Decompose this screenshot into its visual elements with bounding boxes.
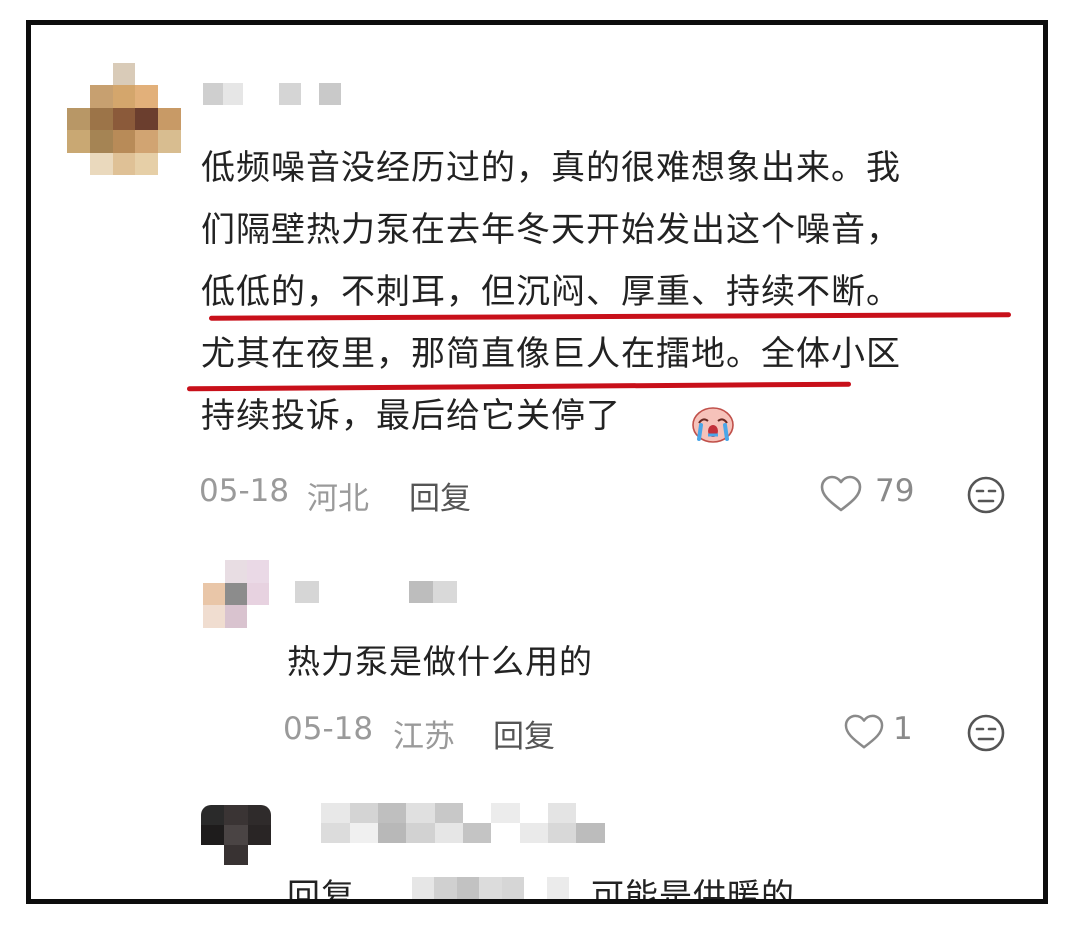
- reply-text: 热力泵是做什么用的: [287, 642, 593, 681]
- comment-text: 低频噪音没经历过的，真的很难想象出来。我 们隔壁热力泵在去年冬天开始发出这个噪音…: [201, 148, 901, 436]
- avatar[interactable]: [201, 805, 271, 865]
- screenshot-frame: 低频噪音没经历过的，真的很难想象出来。我 们隔壁热力泵在去年冬天开始发出这个噪音…: [26, 20, 1048, 904]
- comment-date: 05-18: [199, 473, 290, 509]
- reply-text: 可能是供暖的: [591, 876, 795, 904]
- reply-button[interactable]: 回复: [409, 473, 471, 518]
- username-masked[interactable]: [295, 581, 465, 603]
- username-masked[interactable]: [203, 83, 343, 105]
- reply-date: 05-18: [283, 711, 374, 747]
- reply-location: 江苏: [393, 719, 455, 755]
- reply-button[interactable]: 回复: [493, 711, 555, 756]
- like-count: 1: [893, 711, 913, 747]
- crying-face-icon: [692, 407, 734, 443]
- comment-location: 河北: [307, 481, 369, 517]
- dislike-face-icon[interactable]: [966, 713, 1006, 753]
- reply-prefix: 回复: [287, 876, 355, 904]
- avatar[interactable]: [67, 63, 181, 175]
- heart-icon[interactable]: [843, 713, 885, 751]
- heart-icon[interactable]: [819, 474, 863, 514]
- mention-masked[interactable]: [389, 877, 569, 899]
- avatar[interactable]: [203, 560, 269, 628]
- username-masked[interactable]: [293, 803, 633, 843]
- like-count: 79: [875, 473, 915, 509]
- dislike-face-icon[interactable]: [966, 475, 1006, 515]
